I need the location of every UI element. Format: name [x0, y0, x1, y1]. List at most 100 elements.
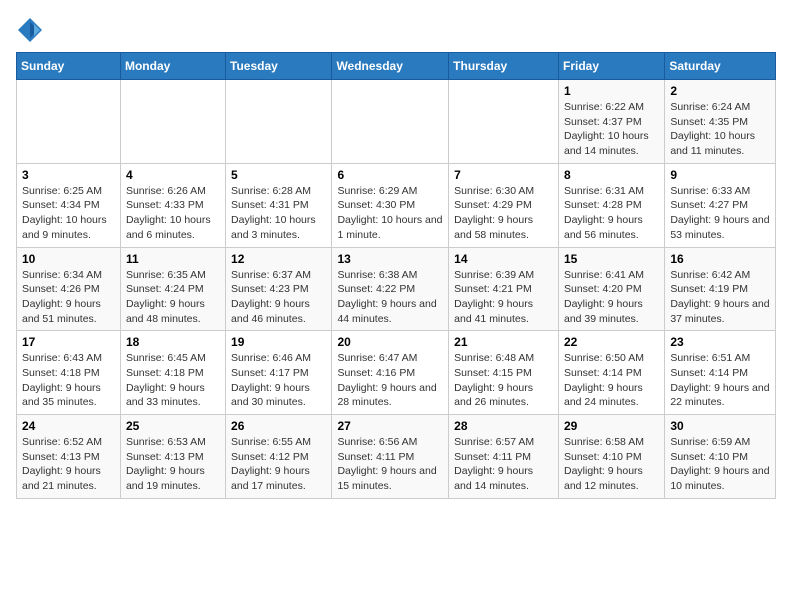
calendar-cell: 17Sunrise: 6:43 AMSunset: 4:18 PMDayligh…: [17, 331, 121, 415]
calendar-cell: [449, 80, 559, 164]
calendar-cell: 21 Sunrise: 6:48 AMSunset: 4:15 PMDayligh…: [449, 331, 559, 415]
day-number: 23: [670, 335, 770, 349]
day-number: 25: [126, 419, 220, 433]
day-header-tuesday: Tuesday: [226, 53, 332, 80]
day-number: 12: [231, 252, 326, 266]
calendar-cell: [17, 80, 121, 164]
day-number: 14: [454, 252, 553, 266]
calendar-cell: 25 Sunrise: 6:53 AMSunset: 4:13 PMDayligh…: [120, 415, 225, 499]
day-number: 24: [22, 419, 115, 433]
day-info: Sunrise: 6:55 AMSunset: 4:12 PMDaylight:…: [231, 435, 326, 494]
calendar-cell: [120, 80, 225, 164]
calendar-cell: 22 Sunrise: 6:50 AMSunset: 4:14 PMDayligh…: [559, 331, 665, 415]
calendar-week-4: 17Sunrise: 6:43 AMSunset: 4:18 PMDayligh…: [17, 331, 776, 415]
day-info: Sunrise: 6:52 AMSunset: 4:13 PMDaylight:…: [22, 435, 115, 494]
day-info: Sunrise: 6:48 AMSunset: 4:15 PMDaylight:…: [454, 351, 553, 410]
day-header-thursday: Thursday: [449, 53, 559, 80]
day-number: 27: [337, 419, 443, 433]
day-number: 3: [22, 168, 115, 182]
day-number: 4: [126, 168, 220, 182]
calendar-cell: 5Sunrise: 6:28 AMSunset: 4:31 PMDaylight…: [226, 163, 332, 247]
day-number: 9: [670, 168, 770, 182]
calendar-cell: 26 Sunrise: 6:55 AMSunset: 4:12 PMDayligh…: [226, 415, 332, 499]
day-info: Sunrise: 6:37 AMSunset: 4:23 PMDaylight:…: [231, 268, 326, 327]
day-info: Sunrise: 6:57 AMSunset: 4:11 PMDaylight:…: [454, 435, 553, 494]
day-number: 19: [231, 335, 326, 349]
calendar-cell: 29 Sunrise: 6:58 AMSunset: 4:10 PMDayligh…: [559, 415, 665, 499]
day-info: Sunrise: 6:46 AMSunset: 4:17 PMDaylight:…: [231, 351, 326, 410]
calendar-cell: 12 Sunrise: 6:37 AMSunset: 4:23 PMDayligh…: [226, 247, 332, 331]
day-info: Sunrise: 6:30 AMSunset: 4:29 PMDaylight:…: [454, 184, 553, 243]
day-number: 20: [337, 335, 443, 349]
day-info: Sunrise: 6:56 AMSunset: 4:11 PMDaylight:…: [337, 435, 443, 494]
day-info: Sunrise: 6:58 AMSunset: 4:10 PMDaylight:…: [564, 435, 659, 494]
calendar-cell: 11 Sunrise: 6:35 AMSunset: 4:24 PMDayligh…: [120, 247, 225, 331]
day-header-sunday: Sunday: [17, 53, 121, 80]
day-number: 29: [564, 419, 659, 433]
day-info: Sunrise: 6:22 AMSunset: 4:37 PMDaylight:…: [564, 100, 659, 159]
day-number: 10: [22, 252, 115, 266]
day-number: 1: [564, 84, 659, 98]
calendar-cell: 24 Sunrise: 6:52 AMSunset: 4:13 PMDayligh…: [17, 415, 121, 499]
calendar-cell: 16 Sunrise: 6:42 AMSunset: 4:19 PMDayligh…: [665, 247, 776, 331]
calendar-cell: 28 Sunrise: 6:57 AMSunset: 4:11 PMDayligh…: [449, 415, 559, 499]
calendar-cell: 27 Sunrise: 6:56 AMSunset: 4:11 PMDayligh…: [332, 415, 449, 499]
calendar-cell: 6 Sunrise: 6:29 AMSunset: 4:30 PMDaylight…: [332, 163, 449, 247]
calendar-cell: 1 Sunrise: 6:22 AMSunset: 4:37 PMDaylight…: [559, 80, 665, 164]
day-info: Sunrise: 6:24 AMSunset: 4:35 PMDaylight:…: [670, 100, 770, 159]
day-info: Sunrise: 6:31 AMSunset: 4:28 PMDaylight:…: [564, 184, 659, 243]
day-info: Sunrise: 6:50 AMSunset: 4:14 PMDaylight:…: [564, 351, 659, 410]
day-info: Sunrise: 6:34 AMSunset: 4:26 PMDaylight:…: [22, 268, 115, 327]
calendar-cell: [226, 80, 332, 164]
calendar-table: SundayMondayTuesdayWednesdayThursdayFrid…: [16, 52, 776, 499]
day-info: Sunrise: 6:43 AMSunset: 4:18 PMDaylight:…: [22, 351, 115, 410]
day-info: Sunrise: 6:47 AMSunset: 4:16 PMDaylight:…: [337, 351, 443, 410]
day-header-friday: Friday: [559, 53, 665, 80]
day-header-monday: Monday: [120, 53, 225, 80]
day-number: 11: [126, 252, 220, 266]
day-number: 30: [670, 419, 770, 433]
calendar-cell: 2Sunrise: 6:24 AMSunset: 4:35 PMDaylight…: [665, 80, 776, 164]
day-info: Sunrise: 6:38 AMSunset: 4:22 PMDaylight:…: [337, 268, 443, 327]
day-number: 18: [126, 335, 220, 349]
calendar-cell: 8 Sunrise: 6:31 AMSunset: 4:28 PMDaylight…: [559, 163, 665, 247]
day-info: Sunrise: 6:33 AMSunset: 4:27 PMDaylight:…: [670, 184, 770, 243]
day-info: Sunrise: 6:59 AMSunset: 4:10 PMDaylight:…: [670, 435, 770, 494]
day-number: 8: [564, 168, 659, 182]
day-number: 22: [564, 335, 659, 349]
day-info: Sunrise: 6:41 AMSunset: 4:20 PMDaylight:…: [564, 268, 659, 327]
day-number: 28: [454, 419, 553, 433]
day-info: Sunrise: 6:29 AMSunset: 4:30 PMDaylight:…: [337, 184, 443, 243]
calendar-cell: 19 Sunrise: 6:46 AMSunset: 4:17 PMDayligh…: [226, 331, 332, 415]
day-info: Sunrise: 6:35 AMSunset: 4:24 PMDaylight:…: [126, 268, 220, 327]
day-info: Sunrise: 6:51 AMSunset: 4:14 PMDaylight:…: [670, 351, 770, 410]
day-info: Sunrise: 6:45 AMSunset: 4:18 PMDaylight:…: [126, 351, 220, 410]
day-number: 26: [231, 419, 326, 433]
day-header-wednesday: Wednesday: [332, 53, 449, 80]
day-number: 16: [670, 252, 770, 266]
calendar-cell: 3 Sunrise: 6:25 AMSunset: 4:34 PMDaylight…: [17, 163, 121, 247]
calendar-cell: [332, 80, 449, 164]
calendar-cell: 23 Sunrise: 6:51 AMSunset: 4:14 PMDayligh…: [665, 331, 776, 415]
day-number: 7: [454, 168, 553, 182]
day-number: 21: [454, 335, 553, 349]
day-info: Sunrise: 6:25 AMSunset: 4:34 PMDaylight:…: [22, 184, 115, 243]
day-info: Sunrise: 6:39 AMSunset: 4:21 PMDaylight:…: [454, 268, 553, 327]
logo-icon: [16, 16, 44, 44]
day-number: 6: [337, 168, 443, 182]
day-number: 15: [564, 252, 659, 266]
day-info: Sunrise: 6:26 AMSunset: 4:33 PMDaylight:…: [126, 184, 220, 243]
calendar-cell: 10 Sunrise: 6:34 AMSunset: 4:26 PMDayligh…: [17, 247, 121, 331]
calendar-cell: 14 Sunrise: 6:39 AMSunset: 4:21 PMDayligh…: [449, 247, 559, 331]
day-header-saturday: Saturday: [665, 53, 776, 80]
calendar-cell: 15 Sunrise: 6:41 AMSunset: 4:20 PMDayligh…: [559, 247, 665, 331]
calendar-header-row: SundayMondayTuesdayWednesdayThursdayFrid…: [17, 53, 776, 80]
calendar-cell: 20 Sunrise: 6:47 AMSunset: 4:16 PMDayligh…: [332, 331, 449, 415]
calendar-cell: 7 Sunrise: 6:30 AMSunset: 4:29 PMDaylight…: [449, 163, 559, 247]
calendar-cell: 9 Sunrise: 6:33 AMSunset: 4:27 PMDaylight…: [665, 163, 776, 247]
calendar-week-2: 3 Sunrise: 6:25 AMSunset: 4:34 PMDaylight…: [17, 163, 776, 247]
day-info: Sunrise: 6:53 AMSunset: 4:13 PMDaylight:…: [126, 435, 220, 494]
calendar-week-3: 10 Sunrise: 6:34 AMSunset: 4:26 PMDayligh…: [17, 247, 776, 331]
day-number: 13: [337, 252, 443, 266]
day-info: Sunrise: 6:42 AMSunset: 4:19 PMDaylight:…: [670, 268, 770, 327]
